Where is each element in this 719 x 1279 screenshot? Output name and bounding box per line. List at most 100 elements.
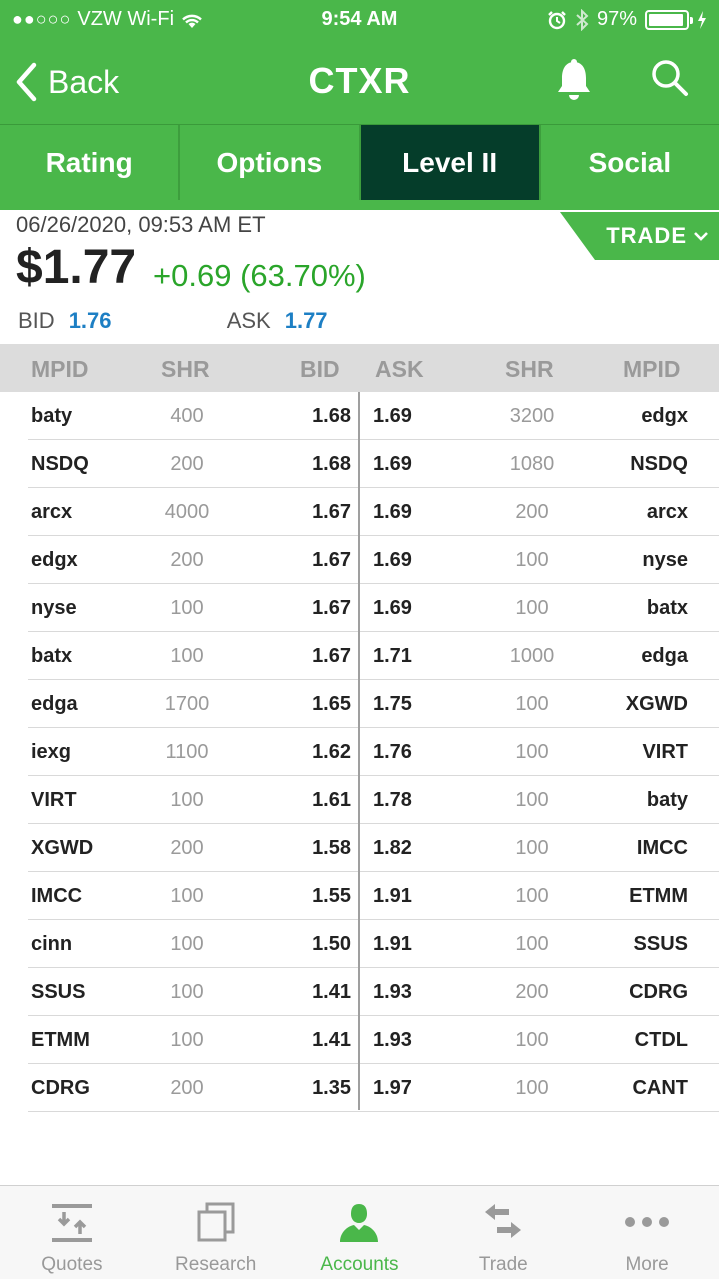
- ask-mpid-cell: batx: [646, 597, 688, 619]
- table-row[interactable]: CDRG 200 1.35 1.97 100 CANT: [28, 1064, 719, 1112]
- trade-label: TRADE: [606, 223, 687, 248]
- table-row[interactable]: arcx 4000 1.67 1.69 200 arcx: [28, 488, 719, 536]
- bid-value: 1.76: [68, 308, 112, 333]
- ask-shr-cell: 100: [515, 693, 549, 715]
- bid-mpid-cell: SSUS: [31, 981, 86, 1003]
- bottom-tab-more[interactable]: More: [575, 1186, 719, 1279]
- ask-price-cell: 1.91: [373, 933, 412, 955]
- ask-mpid-cell: CDRG: [629, 981, 688, 1003]
- ask-price-cell: 1.69: [373, 501, 412, 523]
- charging-icon: [698, 10, 706, 29]
- ask-shr-cell: 100: [515, 1029, 549, 1051]
- bottom-tab-label: More: [625, 1254, 669, 1275]
- table-row[interactable]: batx 100 1.67 1.71 1000 edga: [28, 632, 719, 680]
- bid-mpid-cell: VIRT: [31, 789, 77, 811]
- bottom-tab-quotes[interactable]: Quotes: [0, 1186, 144, 1279]
- ask-price-cell: 1.91: [373, 885, 412, 907]
- ask-mpid-cell: CANT: [632, 1077, 688, 1099]
- table-row[interactable]: VIRT 100 1.61 1.78 100 baty: [28, 776, 719, 824]
- bid-price-cell: 1.62: [312, 741, 351, 763]
- table-row[interactable]: SSUS 100 1.41 1.93 200 CDRG: [28, 968, 719, 1016]
- table-row[interactable]: cinn 100 1.50 1.91 100 SSUS: [28, 920, 719, 968]
- bid-mpid-cell: cinn: [31, 933, 73, 955]
- ask-mpid-cell: edga: [641, 645, 688, 667]
- ask-shr-cell: 100: [515, 789, 549, 811]
- bid-shr-cell: 1700: [164, 693, 210, 715]
- search-icon[interactable]: [650, 58, 690, 98]
- ask-mpid-cell: baty: [646, 789, 688, 811]
- ask-price-cell: 1.93: [373, 981, 412, 1003]
- change-value: +0.69: [153, 258, 232, 293]
- bid-mpid-cell: batx: [31, 645, 73, 667]
- quote-timestamp: 06/26/2020, 09:53 AM ET: [16, 212, 266, 237]
- bid-price-cell: 1.67: [312, 549, 351, 571]
- bid-mpid-cell: XGWD: [31, 837, 94, 859]
- table-row[interactable]: IMCC 100 1.55 1.91 100 ETMM: [28, 872, 719, 920]
- bid-shr-cell: 1100: [165, 741, 209, 763]
- bid-label: BID: [18, 308, 55, 333]
- table-row[interactable]: iexg 1100 1.62 1.76 100 VIRT: [28, 728, 719, 776]
- ask-shr-cell: 100: [515, 741, 549, 763]
- bid-shr-cell: 200: [170, 549, 204, 571]
- tab-rating[interactable]: Rating: [0, 125, 181, 200]
- status-right: 97%: [547, 8, 707, 31]
- ask-label: ASK: [226, 308, 271, 333]
- ask-price-cell: 1.69: [373, 549, 412, 571]
- bid-price-cell: 1.41: [312, 981, 351, 1003]
- ask-price-cell: 1.69: [373, 405, 412, 427]
- bottom-tab-label: Trade: [478, 1254, 528, 1275]
- table-row[interactable]: ETMM 100 1.41 1.93 100 CTDL: [28, 1016, 719, 1064]
- table-row[interactable]: XGWD 200 1.58 1.82 100 IMCC: [28, 824, 719, 872]
- tab-level-ii[interactable]: Level II: [360, 125, 541, 200]
- bid-mpid-cell: CDRG: [31, 1077, 90, 1099]
- bottom-tab-accounts[interactable]: Accounts: [288, 1186, 432, 1279]
- bid-price-cell: 1.58: [312, 837, 351, 859]
- bid-mpid-cell: arcx: [31, 501, 73, 523]
- header-bid: BID: [300, 356, 340, 382]
- more-icon: [625, 1217, 670, 1227]
- bid-shr-cell: 100: [170, 981, 204, 1003]
- bottom-tab-research[interactable]: Research: [144, 1186, 288, 1279]
- ask-mpid-cell: edgx: [641, 405, 688, 427]
- quotes-icon: [51, 1204, 92, 1242]
- table-row[interactable]: nyse 100 1.67 1.69 100 batx: [28, 584, 719, 632]
- bottom-tab-trade[interactable]: Trade: [431, 1186, 575, 1279]
- bid-mpid-cell: iexg: [31, 741, 72, 763]
- ask-shr-cell: 100: [515, 885, 549, 907]
- bid-shr-cell: 100: [170, 597, 204, 619]
- tab-options[interactable]: Options: [180, 125, 361, 200]
- top-bar: ●●○○○ VZW Wi-Fi 9:54 AM 97% Back CTXR: [0, 0, 719, 124]
- table-row[interactable]: baty 400 1.68 1.69 3200 edgx: [28, 392, 719, 440]
- bid-shr-cell: 100: [170, 933, 204, 955]
- battery-percent: 97%: [596, 8, 637, 30]
- change-percent: (63.70%): [240, 258, 366, 293]
- ask-mpid-cell: XGWD: [625, 693, 688, 715]
- header-ask: ASK: [375, 356, 424, 382]
- bell-icon[interactable]: [554, 58, 594, 102]
- bid-shr-cell: 400: [170, 405, 204, 427]
- table-row[interactable]: edgx 200 1.67 1.69 100 nyse: [28, 536, 719, 584]
- bottom-tab-label: Research: [175, 1254, 257, 1275]
- header-bid-shr: SHR: [161, 356, 210, 382]
- ask-price-cell: 1.76: [373, 741, 412, 763]
- ask-value: 1.77: [284, 308, 328, 333]
- bid-mpid-cell: nyse: [31, 597, 77, 619]
- ask-shr-cell: 100: [515, 837, 549, 859]
- ask-price-cell: 1.71: [373, 645, 412, 667]
- table-row[interactable]: edga 1700 1.65 1.75 100 XGWD: [28, 680, 719, 728]
- bid-price-cell: 1.55: [312, 885, 351, 907]
- bid-mpid-cell: ETMM: [31, 1029, 90, 1051]
- ask-mpid-cell: VIRT: [642, 741, 688, 763]
- bid-shr-cell: 200: [170, 1077, 204, 1099]
- ask-shr-cell: 1080: [509, 453, 555, 475]
- ask-shr-cell: 100: [515, 597, 549, 619]
- ask-price-cell: 1.78: [373, 789, 412, 811]
- ask-shr-cell: 3200: [509, 405, 555, 427]
- chevron-down-icon: [694, 232, 708, 241]
- nav-bar: Back CTXR: [0, 44, 719, 120]
- bid-mpid-cell: IMCC: [31, 885, 83, 907]
- table-row[interactable]: NSDQ 200 1.68 1.69 1080 NSDQ: [28, 440, 719, 488]
- page-title: CTXR: [308, 60, 411, 101]
- tab-social[interactable]: Social: [541, 125, 719, 200]
- header-ask-mpid: MPID: [623, 356, 681, 382]
